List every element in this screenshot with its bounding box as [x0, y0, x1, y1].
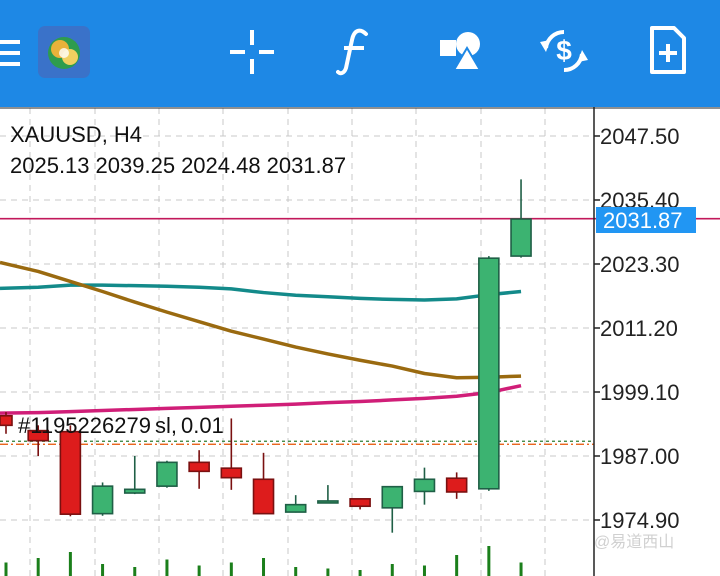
candle-3 [91, 482, 114, 516]
candle-body-0 [0, 415, 13, 427]
volume-bar-3 [101, 564, 105, 576]
candle-body-4 [123, 488, 146, 494]
volume-bar-16 [519, 562, 523, 576]
candle-body-13 [413, 478, 436, 493]
ohlc-values: 2025.13 2039.25 2024.48 2031.87 [10, 153, 352, 179]
indicators-icon[interactable] [336, 28, 372, 76]
trade-icon[interactable]: $ [538, 26, 590, 76]
symbol-name: XAUUSD [10, 122, 102, 147]
current-price-tag: 2031.87 [596, 207, 696, 233]
volume-bar-10 [326, 568, 330, 576]
volume-bar-9 [294, 567, 298, 576]
volume-bar-4 [133, 567, 137, 576]
top-toolbar: $ [0, 0, 720, 107]
candle-body-9 [284, 503, 307, 513]
candle-body-6 [188, 461, 210, 473]
candle-body-5 [156, 461, 178, 487]
volume-bar-5 [165, 559, 169, 576]
axis-label-3: 2011.20 [600, 316, 678, 341]
candle-16 [510, 179, 532, 258]
ma_mid-line [0, 260, 522, 380]
candle-10 [317, 485, 339, 504]
volume-bar-12 [390, 564, 394, 576]
candle-13 [413, 467, 436, 505]
axis-label-2: 2023.30 [600, 252, 680, 277]
ma_fast-line [0, 283, 522, 302]
title-separator: , [101, 122, 114, 147]
candle-body-3 [91, 485, 114, 515]
candle-0 [0, 412, 13, 434]
crosshair-icon[interactable] [230, 30, 274, 74]
candle-8 [252, 452, 275, 515]
moving-averages [0, 260, 522, 415]
high-value: 2039.25 [95, 153, 176, 178]
symbol-title: XAUUSD, H4 [10, 122, 142, 148]
candle-4 [123, 455, 146, 495]
candles [0, 179, 532, 533]
new-order-icon[interactable] [648, 26, 688, 76]
ma_slow-line [0, 383, 522, 415]
candle-body-12 [381, 485, 404, 509]
candle-body-11 [349, 498, 371, 508]
axis-label-5: 1987.00 [600, 444, 680, 469]
volume-bar-2 [68, 552, 72, 576]
volume-bar-14 [455, 555, 459, 576]
candle-body-14 [445, 477, 468, 493]
volume-bar-0 [4, 562, 8, 576]
candle-12 [381, 485, 404, 533]
svg-text:$: $ [556, 35, 572, 66]
volume-bars [4, 546, 523, 576]
volume-bar-13 [422, 565, 426, 576]
app-logo-icon[interactable] [38, 26, 90, 78]
order-line-label[interactable]: #1195226279 sl, 0.01 [18, 413, 228, 439]
candle-9 [284, 495, 307, 513]
objects-icon[interactable] [438, 30, 484, 72]
close-value: 2031.87 [266, 153, 347, 178]
candle-body-16 [510, 218, 532, 257]
candle-14 [445, 472, 468, 499]
volume-bar-7 [229, 562, 233, 576]
volume-bar-11 [358, 570, 362, 576]
candle-15 [478, 256, 500, 491]
volume-bar-6 [197, 565, 201, 576]
axis-label-4: 1999.10 [600, 380, 680, 405]
timeframe-label: H4 [113, 122, 143, 147]
candle-body-8 [252, 478, 275, 515]
current-price-label: 2031.87 [603, 208, 683, 233]
candle-5 [156, 460, 178, 488]
candle-body-10 [317, 500, 339, 504]
axis-label-0: 2047.50 [600, 124, 680, 149]
low-value: 2024.48 [181, 153, 261, 178]
chart-area[interactable]: 2047.50 2035.40 2023.30 2011.20 1999.10 1987.… [0, 107, 720, 576]
order-type: sl, [154, 413, 177, 438]
order-ticket: #1195226279 [18, 413, 151, 438]
open-value: 2025.13 [10, 153, 90, 178]
price-axis: 2047.502035.402023.302011.201999.101987.… [594, 124, 680, 533]
candle-body-7 [220, 467, 243, 479]
volume-bar-1 [36, 558, 40, 576]
menu-icon[interactable] [0, 38, 22, 68]
candle-11 [349, 498, 371, 510]
candle-body-15 [478, 257, 500, 490]
order-volume: 0.01 [180, 413, 224, 438]
volume-bar-15 [487, 546, 491, 576]
volume-bar-8 [262, 558, 266, 576]
watermark: @易道西山 [594, 534, 675, 551]
candle-body-2 [59, 430, 82, 515]
